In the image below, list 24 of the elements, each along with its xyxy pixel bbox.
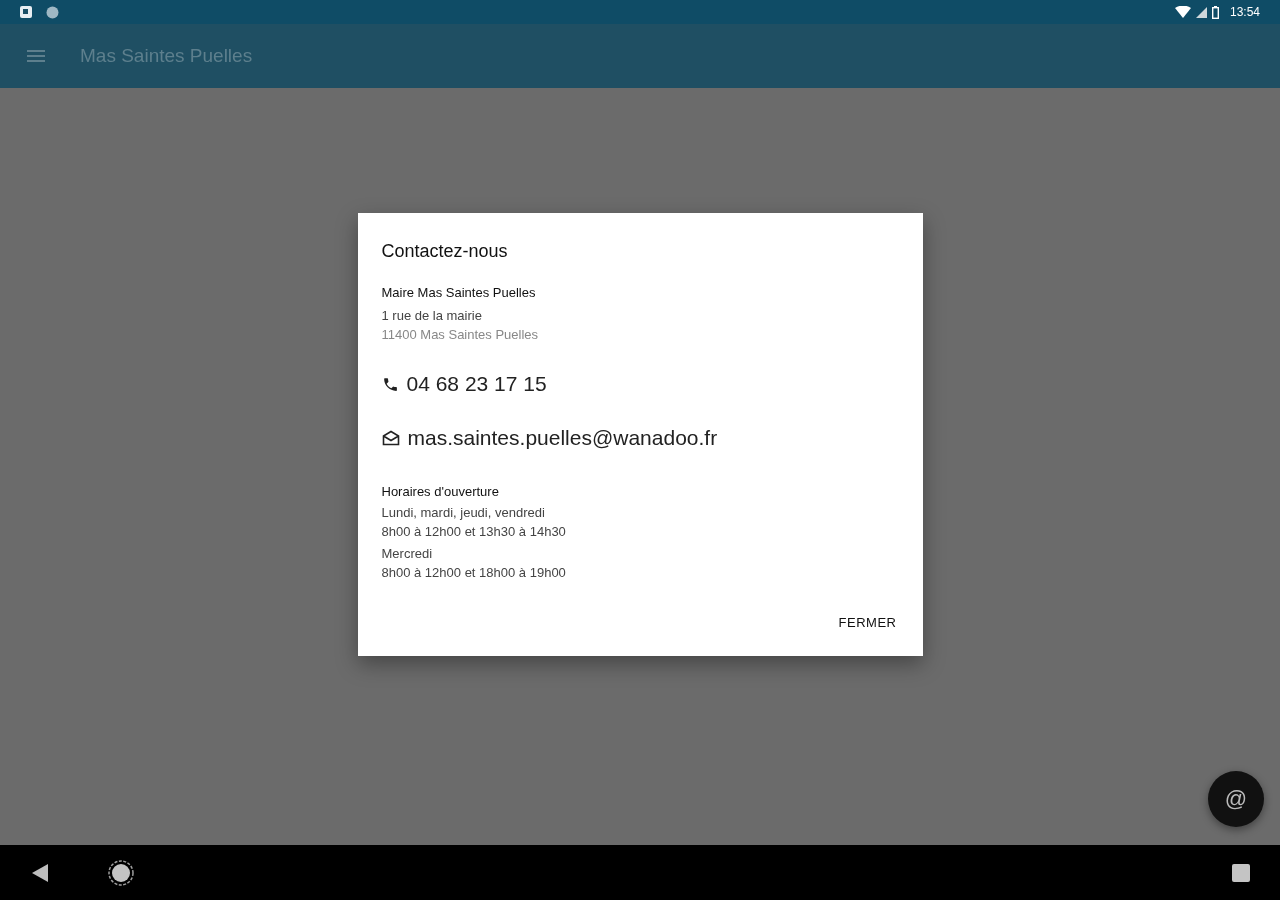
opening-times: 8h00 à 12h00 et 13h30 à 14h30 — [381, 523, 567, 541]
home-icon[interactable] — [108, 859, 134, 886]
back-icon[interactable] — [32, 863, 48, 882]
battery-icon — [1211, 5, 1219, 19]
recents-icon[interactable] — [1232, 863, 1250, 882]
opening-days: Lundi, mardi, jeudi, vendredi — [381, 503, 899, 522]
opening-times: 8h00 à 12h00 et 18h00 à 19h00 — [381, 564, 567, 582]
address-name: Maire Mas Saintes Puelles — [381, 285, 537, 300]
close-button[interactable]: FERMER — [836, 609, 899, 636]
email-fab[interactable]: @ — [1208, 771, 1264, 827]
notification-icon — [20, 6, 32, 18]
address-city: 11400 Mas Saintes Puelles — [381, 326, 540, 344]
hours-title: Horaires d'ouverture — [381, 484, 500, 499]
opening-days: Mercredi — [381, 544, 899, 563]
phone-icon — [381, 375, 399, 393]
app-title: Mas Saintes Puelles — [80, 45, 253, 67]
wifi-icon — [1174, 6, 1191, 18]
address-street: 1 rue de la mairie — [381, 307, 483, 325]
dialog-title: Contactez-nous — [381, 241, 509, 262]
clock: 13:54 — [1229, 5, 1260, 19]
email-address[interactable]: mas.saintes.puelles@wanadoo.fr — [407, 426, 718, 450]
phone-number[interactable]: 04 68 23 17 15 — [406, 372, 547, 396]
signal-icon — [1195, 6, 1207, 18]
envelope-icon — [381, 430, 400, 446]
